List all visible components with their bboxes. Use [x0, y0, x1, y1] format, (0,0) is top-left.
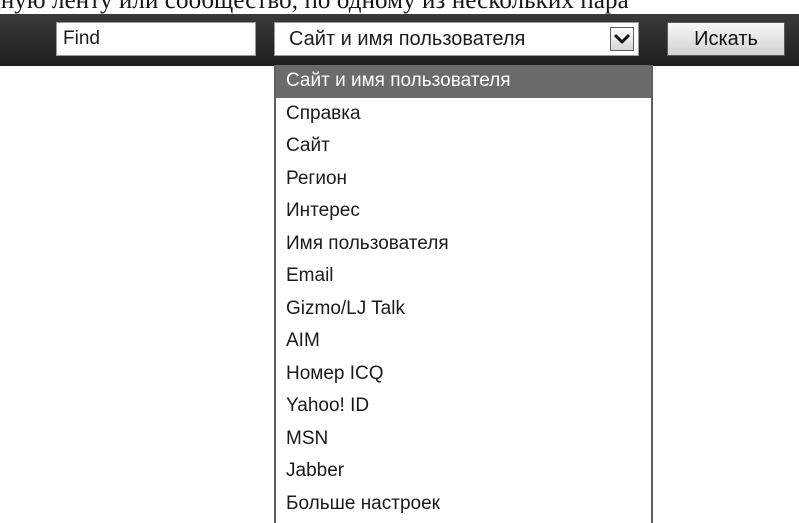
- dropdown-option[interactable]: Yahoo! ID: [276, 390, 651, 423]
- search-button[interactable]: Искать: [667, 22, 785, 56]
- dropdown-option[interactable]: Справка: [276, 98, 651, 131]
- search-type-dropdown-list: Сайт и имя пользователя Справка Сайт Регион…: [274, 65, 653, 523]
- dropdown-option[interactable]: Больше настроек: [276, 488, 651, 521]
- dropdown-option[interactable]: Интерес: [276, 195, 651, 228]
- search-type-select[interactable]: Сайт и имя пользователя: [274, 22, 639, 56]
- dropdown-option[interactable]: Номер ICQ: [276, 358, 651, 391]
- dropdown-option[interactable]: Jabber: [276, 455, 651, 488]
- search-type-selected-value: Сайт и имя пользователя: [289, 28, 526, 50]
- page: дную ленту или сообщество, по одному из …: [0, 0, 799, 523]
- dropdown-option[interactable]: Gizmo/LJ Talk: [276, 293, 651, 326]
- chevron-down-icon[interactable]: [610, 27, 634, 51]
- dropdown-option[interactable]: Имя пользователя: [276, 228, 651, 261]
- find-input[interactable]: [56, 22, 256, 56]
- dropdown-option[interactable]: AIM: [276, 325, 651, 358]
- dropdown-option[interactable]: Сайт: [276, 130, 651, 163]
- dropdown-option[interactable]: Email: [276, 260, 651, 293]
- dropdown-option[interactable]: Сайт и имя пользователя: [276, 65, 651, 98]
- dropdown-option[interactable]: MSN: [276, 423, 651, 456]
- dropdown-option[interactable]: Регион: [276, 163, 651, 196]
